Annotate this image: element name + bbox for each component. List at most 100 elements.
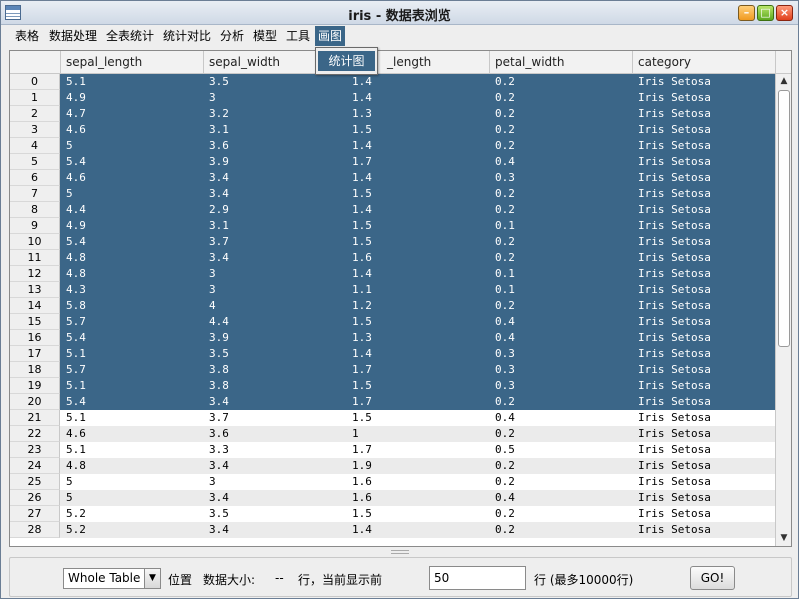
table-cell[interactable]: 5	[61, 474, 204, 490]
table-cell[interactable]: 1.7	[347, 154, 490, 170]
row-number[interactable]: 7	[10, 186, 60, 202]
menu-data-processing[interactable]: 数据处理	[46, 26, 100, 46]
table-cell[interactable]: 1.4	[347, 170, 490, 186]
table-cell[interactable]: 0.1	[490, 282, 633, 298]
table-cell[interactable]: 1.7	[347, 394, 490, 410]
row-number[interactable]: 19	[10, 378, 60, 394]
table-cell[interactable]: 0.3	[490, 170, 633, 186]
table-cell[interactable]: 4.6	[61, 170, 204, 186]
table-cell[interactable]: 0.2	[490, 90, 633, 106]
table-row[interactable]: 26 5 3.4 1.6 0.4 Iris Setosa	[10, 490, 776, 506]
table-cell[interactable]: Iris Setosa	[633, 362, 776, 378]
table-row[interactable]: 0 5.1 3.5 1.4 0.2 Iris Setosa	[10, 74, 776, 90]
table-cell[interactable]: 0.2	[490, 298, 633, 314]
table-cell[interactable]: 3	[204, 90, 347, 106]
table-cell[interactable]: 3.4	[204, 458, 347, 474]
table-row[interactable]: 6 4.6 3.4 1.4 0.3 Iris Setosa	[10, 170, 776, 186]
table-row[interactable]: 25 5 3 1.6 0.2 Iris Setosa	[10, 474, 776, 490]
table-cell[interactable]: Iris Setosa	[633, 522, 776, 538]
table-cell[interactable]: Iris Setosa	[633, 186, 776, 202]
table-cell[interactable]: Iris Setosa	[633, 90, 776, 106]
go-button[interactable]: GO!	[690, 566, 735, 590]
table-row[interactable]: 18 5.7 3.8 1.7 0.3 Iris Setosa	[10, 362, 776, 378]
panel-splitter[interactable]	[391, 550, 409, 554]
table-cell[interactable]: 1.4	[347, 74, 490, 90]
table-cell[interactable]: 1.2	[347, 298, 490, 314]
table-cell[interactable]: 1.7	[347, 362, 490, 378]
menu-model[interactable]: 模型	[250, 26, 280, 46]
table-cell[interactable]: 5.1	[61, 442, 204, 458]
table-row[interactable]: 20 5.4 3.4 1.7 0.2 Iris Setosa	[10, 394, 776, 410]
row-number[interactable]: 22	[10, 426, 60, 442]
row-number[interactable]: 12	[10, 266, 60, 282]
table-cell[interactable]: 5.2	[61, 522, 204, 538]
table-cell[interactable]: 0.4	[490, 490, 633, 506]
row-number[interactable]: 17	[10, 346, 60, 362]
menu-item-stat-chart[interactable]: 统计图	[318, 51, 375, 71]
table-cell[interactable]: 1.5	[347, 122, 490, 138]
table-cell[interactable]: 1.9	[347, 458, 490, 474]
table-cell[interactable]: 3.7	[204, 234, 347, 250]
table-cell[interactable]: 3.6	[204, 426, 347, 442]
row-number[interactable]: 26	[10, 490, 60, 506]
table-cell[interactable]: 3	[204, 474, 347, 490]
table-cell[interactable]: Iris Setosa	[633, 490, 776, 506]
table-row[interactable]: 16 5.4 3.9 1.3 0.4 Iris Setosa	[10, 330, 776, 346]
table-cell[interactable]: 5.8	[61, 298, 204, 314]
table-row[interactable]: 15 5.7 4.4 1.5 0.4 Iris Setosa	[10, 314, 776, 330]
row-number[interactable]: 5	[10, 154, 60, 170]
row-number[interactable]: 15	[10, 314, 60, 330]
menu-full-stats[interactable]: 全表统计	[103, 26, 157, 46]
row-number[interactable]: 10	[10, 234, 60, 250]
row-number[interactable]: 16	[10, 330, 60, 346]
title-bar[interactable]: iris - 数据表浏览 – □ ×	[1, 1, 798, 25]
dropdown-arrow-icon[interactable]: ▼	[144, 569, 160, 588]
table-cell[interactable]: 4.9	[61, 218, 204, 234]
table-cell[interactable]: 1.5	[347, 378, 490, 394]
table-cell[interactable]: 0.1	[490, 266, 633, 282]
table-cell[interactable]: 1.4	[347, 522, 490, 538]
table-row[interactable]: 11 4.8 3.4 1.6 0.2 Iris Setosa	[10, 250, 776, 266]
table-cell[interactable]: Iris Setosa	[633, 234, 776, 250]
table-cell[interactable]: 1.7	[347, 442, 490, 458]
table-cell[interactable]: Iris Setosa	[633, 410, 776, 426]
row-number[interactable]: 18	[10, 362, 60, 378]
table-row[interactable]: 9 4.9 3.1 1.5 0.1 Iris Setosa	[10, 218, 776, 234]
table-cell[interactable]: 3.5	[204, 74, 347, 90]
row-number[interactable]: 13	[10, 282, 60, 298]
maximize-button[interactable]: □	[757, 5, 774, 21]
table-cell[interactable]: 3.9	[204, 330, 347, 346]
table-cell[interactable]: 4.4	[61, 202, 204, 218]
table-cell[interactable]: 0.2	[490, 234, 633, 250]
row-number[interactable]: 24	[10, 458, 60, 474]
table-cell[interactable]: 0.2	[490, 474, 633, 490]
table-cell[interactable]: 5.1	[61, 410, 204, 426]
table-cell[interactable]: 3.4	[204, 250, 347, 266]
table-row[interactable]: 17 5.1 3.5 1.4 0.3 Iris Setosa	[10, 346, 776, 362]
table-cell[interactable]: 3.4	[204, 522, 347, 538]
table-row[interactable]: 28 5.2 3.4 1.4 0.2 Iris Setosa	[10, 522, 776, 538]
table-row[interactable]: 10 5.4 3.7 1.5 0.2 Iris Setosa	[10, 234, 776, 250]
table-cell[interactable]: 4.6	[61, 122, 204, 138]
table-row[interactable]: 13 4.3 3 1.1 0.1 Iris Setosa	[10, 282, 776, 298]
table-cell[interactable]: 0.2	[490, 394, 633, 410]
table-cell[interactable]: 3.5	[204, 506, 347, 522]
table-cell[interactable]: Iris Setosa	[633, 314, 776, 330]
vertical-scrollbar[interactable]: ▲ ▼	[775, 74, 791, 546]
table-cell[interactable]: 3.5	[204, 346, 347, 362]
table-cell[interactable]: 0.4	[490, 410, 633, 426]
menu-plot[interactable]: 画图	[315, 26, 346, 46]
table-cell[interactable]: Iris Setosa	[633, 442, 776, 458]
table-cell[interactable]: 1.5	[347, 186, 490, 202]
table-row[interactable]: 14 5.8 4 1.2 0.2 Iris Setosa	[10, 298, 776, 314]
table-cell[interactable]: 1.5	[347, 218, 490, 234]
row-number[interactable]: 27	[10, 506, 60, 522]
table-cell[interactable]: 4	[204, 298, 347, 314]
table-cell[interactable]: 5.7	[61, 314, 204, 330]
table-cell[interactable]: 3	[204, 266, 347, 282]
table-cell[interactable]: 3.9	[204, 154, 347, 170]
table-cell[interactable]: Iris Setosa	[633, 74, 776, 90]
column-header-petal-width[interactable]: petal_width	[490, 51, 633, 74]
row-number[interactable]: 28	[10, 522, 60, 538]
row-number[interactable]: 4	[10, 138, 60, 154]
